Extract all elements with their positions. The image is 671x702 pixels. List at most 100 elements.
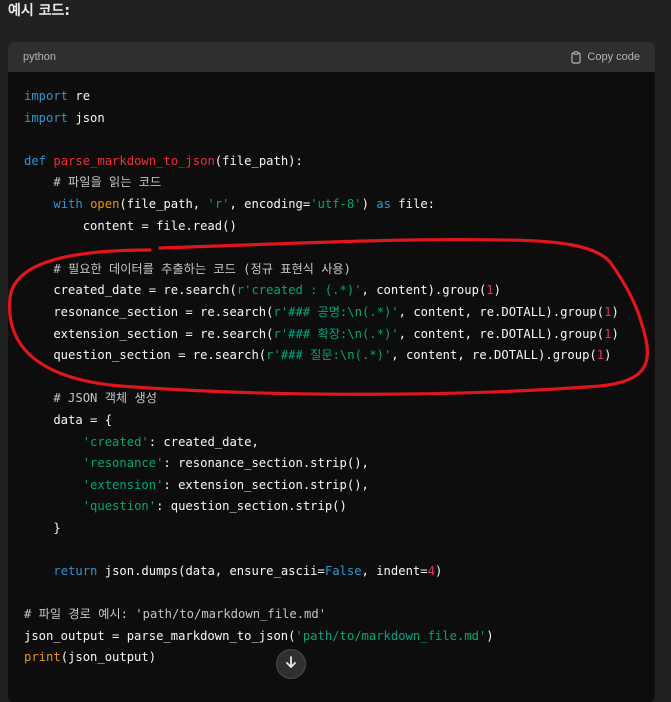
- code-token: def: [24, 153, 47, 168]
- scroll-to-bottom-button[interactable]: [276, 649, 306, 679]
- code-token: : extension_section.strip(),: [163, 477, 369, 492]
- code-token: # 필요한 데이터를 추출하는 코드 (정규 표현식 사용): [53, 261, 351, 276]
- code-token: # 파일을 읽는 코드: [53, 175, 162, 190]
- code-token: 'created': [82, 434, 149, 449]
- code-token: ): [604, 348, 612, 363]
- code-token: ): [493, 283, 501, 298]
- code-line: print(json_output): [24, 647, 655, 669]
- code-line: 'created': created_date,: [24, 432, 655, 454]
- code-token: , content, re.DOTALL).group(: [391, 348, 597, 363]
- code-token: as: [376, 196, 391, 211]
- code-token: 'path/to/markdown_file.md': [295, 628, 487, 643]
- code-token: ): [361, 196, 377, 211]
- code-line: with open(file_path, 'r', encoding='utf-…: [24, 194, 655, 216]
- code-token: ): [611, 326, 619, 341]
- code-token: , content, re.DOTALL).group(: [398, 304, 605, 319]
- code-token: , encoding=: [229, 196, 311, 211]
- code-token: False: [324, 564, 362, 579]
- copy-code-button[interactable]: Copy code: [570, 50, 640, 64]
- code-line: import re: [24, 86, 655, 108]
- code-line: created_date = re.search(r'created : (.*…: [24, 280, 655, 302]
- code-token: r'### 확장:\n(.*)': [273, 326, 399, 341]
- code-token: return: [53, 564, 98, 579]
- code-token: : resonance_section.strip(),: [163, 456, 369, 471]
- code-token: : created_date,: [148, 434, 259, 449]
- code-token: r'created : (.*)': [236, 283, 362, 298]
- code-token: created_date = re.search(: [24, 283, 237, 298]
- code-line: resonance_section = re.search(r'### 공명:\…: [24, 302, 655, 324]
- code-line: import json: [24, 108, 655, 130]
- code-line: 'resonance': resonance_section.strip(),: [24, 453, 655, 475]
- code-token: content = file.read(): [24, 218, 237, 233]
- code-token: json.dumps(data, ensure_ascii=: [97, 564, 325, 579]
- arrow-down-icon: [284, 655, 298, 674]
- code-token: re: [68, 89, 91, 103]
- code-token: json: [68, 110, 105, 125]
- code-token: ): [434, 564, 443, 579]
- code-token: 'question': [82, 499, 157, 514]
- code-token: (file_path):: [214, 153, 303, 168]
- code-line: # 파일 경로 예시: 'path/to/markdown_file.md': [24, 604, 655, 626]
- code-token: }: [24, 520, 61, 535]
- code-token: 'utf-8': [310, 196, 362, 211]
- code-line: }: [24, 518, 655, 540]
- code-token: file:: [390, 196, 435, 211]
- code-token: , content).group(: [361, 283, 487, 298]
- code-language-label: python: [23, 51, 57, 63]
- code-block: python Copy code import re import json de…: [8, 42, 655, 702]
- code-token: r'### 공명:\n(.*)': [273, 304, 399, 319]
- code-token: json_output = parse_markdown_to_json(: [24, 628, 296, 643]
- code-line: json_output = parse_markdown_to_json('pa…: [24, 626, 655, 648]
- code-line: data = {: [24, 410, 655, 432]
- code-line: question_section = re.search(r'### 질문:\n…: [24, 345, 655, 367]
- code-token: (json_output): [60, 650, 157, 665]
- code-block-header: python Copy code: [8, 42, 655, 72]
- copy-code-label: Copy code: [587, 51, 640, 63]
- code-line: content = file.read(): [24, 216, 655, 238]
- code-token: resonance_section = re.search(: [24, 304, 274, 319]
- code-token: # 파일 경로 예시: 'path/to/markdown_file.md': [24, 607, 327, 622]
- code-token: data = {: [24, 412, 113, 427]
- code-token: question_section = re.search(: [24, 348, 267, 363]
- code-token: open: [90, 196, 120, 211]
- code-line: # JSON 객체 생성: [24, 388, 655, 410]
- code-line: # 파일을 읽는 코드: [24, 172, 655, 194]
- code-token: import: [24, 110, 69, 125]
- code-line: return json.dumps(data, ensure_ascii=Fal…: [24, 561, 655, 583]
- code-token: 1: [486, 283, 494, 298]
- code-line: 'extension': extension_section.strip(),: [24, 475, 655, 497]
- code-token: : question_section.strip(): [156, 499, 347, 514]
- code-token: r'### 질문:\n(.*)': [266, 348, 392, 363]
- code-token: with: [53, 196, 83, 211]
- code-token: , indent=: [361, 564, 428, 579]
- code-token: # JSON 객체 생성: [53, 391, 157, 406]
- code-token: ): [611, 304, 619, 319]
- section-heading: 예시 코드:: [8, 3, 70, 19]
- code-token: 'r': [207, 196, 230, 211]
- code-token: print: [24, 650, 61, 665]
- code-text: import re import json def parse_markdown_…: [24, 86, 655, 669]
- code-token: , content, re.DOTALL).group(: [398, 326, 605, 341]
- code-line: extension_section = re.search(r'### 확장:\…: [24, 324, 655, 346]
- code-token: 1: [596, 348, 605, 363]
- clipboard-icon: [570, 50, 582, 64]
- code-token: (file_path,: [119, 196, 208, 211]
- code-content: import re import json def parse_markdown_…: [8, 72, 655, 669]
- code-token: import: [24, 89, 69, 103]
- code-token: 'extension': [82, 477, 164, 492]
- code-line: # 필요한 데이터를 추출하는 코드 (정규 표현식 사용): [24, 259, 655, 281]
